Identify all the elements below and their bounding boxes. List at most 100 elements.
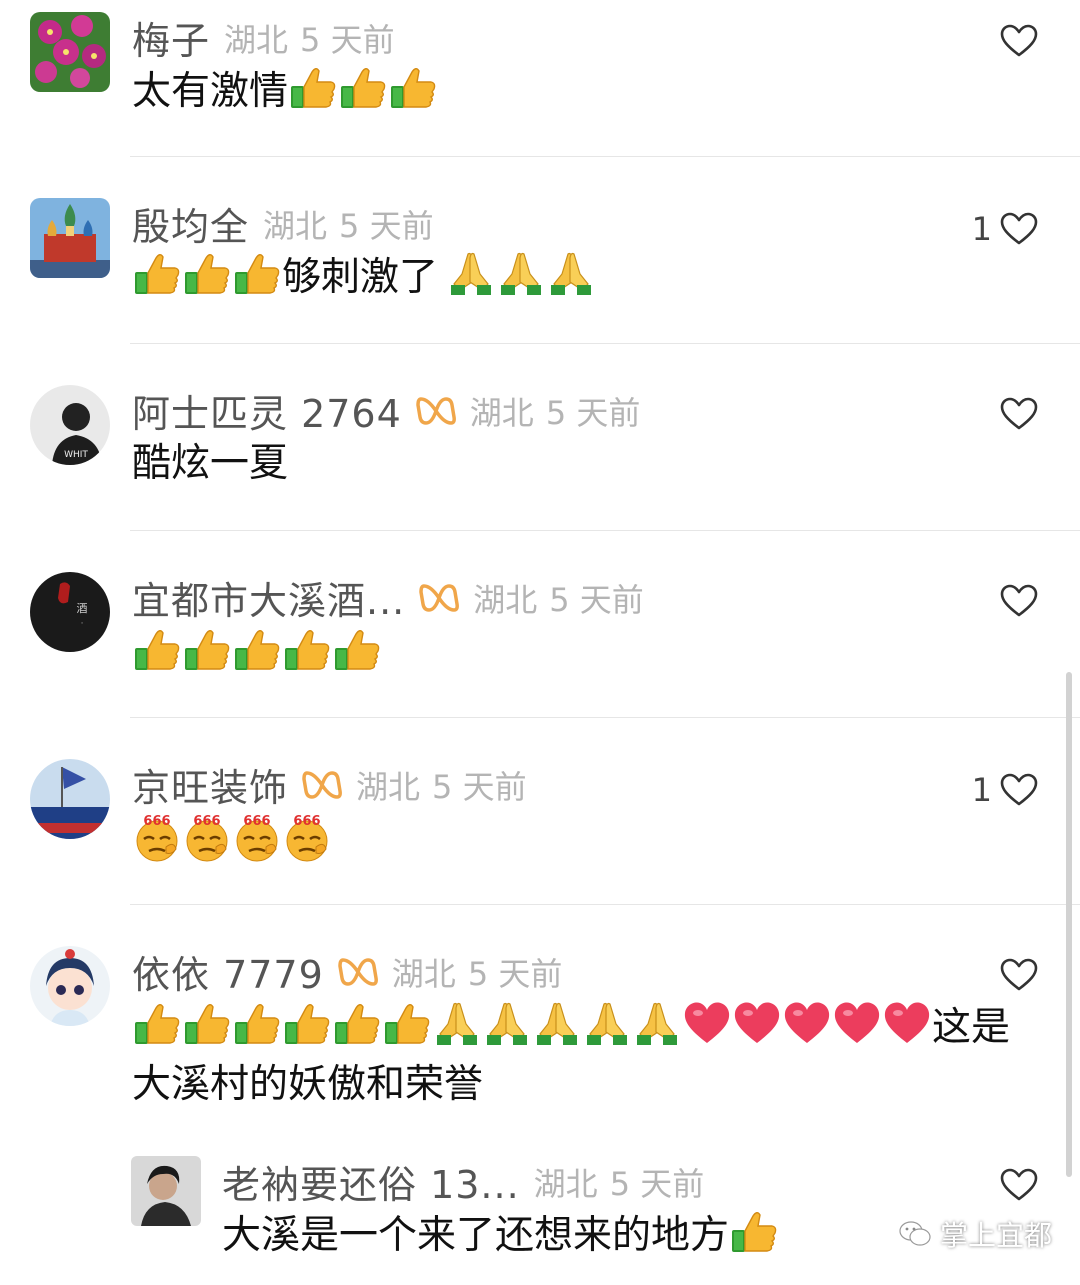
heart-icon	[732, 998, 782, 1048]
heart-icon	[882, 998, 932, 1048]
timestamp: 5 天前	[609, 1164, 705, 1203]
folded-hands-icon	[446, 248, 496, 298]
666-face-icon	[182, 813, 232, 863]
like-button[interactable]	[992, 397, 1038, 431]
username[interactable]: 殷均全	[132, 196, 249, 251]
location: 湖北	[263, 206, 328, 245]
like-button[interactable]	[992, 584, 1038, 618]
svg-text:·: ·	[81, 619, 84, 629]
comment-text: 够刺激了	[132, 248, 1032, 306]
username[interactable]: 依依 7779	[132, 944, 324, 999]
divider	[130, 343, 1080, 344]
thumbs-up-icon	[132, 624, 182, 674]
comment-text-content: 大溪是一个来了还想来的地方	[222, 1213, 730, 1258]
comment-meta: 老衲要还俗 13... 湖北 5 天前	[222, 1154, 704, 1209]
infinity-badge-icon	[302, 765, 342, 805]
avatar[interactable]	[30, 759, 110, 839]
heart-icon	[832, 998, 882, 1048]
heart-outline-icon	[1000, 212, 1038, 246]
location: 湖北	[224, 20, 289, 59]
thumbs-up-icon	[232, 998, 282, 1048]
thumbs-up-icon	[282, 998, 332, 1048]
avatar[interactable]	[30, 946, 110, 1026]
comment-meta: 殷均全 湖北 5 天前	[132, 196, 434, 251]
thumbs-up-icon	[729, 1206, 779, 1256]
timestamp: 5 天前	[300, 20, 395, 59]
folded-hands-icon	[632, 998, 682, 1048]
location: 湖北	[356, 767, 421, 806]
thumbs-up-icon	[132, 248, 182, 298]
folded-hands-icon	[432, 998, 482, 1048]
avatar[interactable]	[30, 12, 110, 92]
heart-icon	[782, 998, 832, 1048]
comment-meta: 阿士匹灵 2764 湖北 5 天前	[132, 383, 640, 438]
thumbs-up-icon	[382, 998, 432, 1048]
avatar[interactable]	[30, 198, 110, 278]
like-button[interactable]: 1	[972, 210, 1038, 248]
heart-outline-icon	[1000, 397, 1038, 431]
watermark-text: 掌上宜都	[940, 1219, 1053, 1252]
watermark: 掌上宜都	[898, 1214, 1052, 1254]
avatar[interactable]: WHIT	[30, 385, 110, 465]
comment-meta: 宜都市大溪酒... 湖北 5 天前	[132, 570, 644, 625]
thumbs-up-icon	[182, 624, 232, 674]
timestamp: 5 天前	[467, 954, 563, 993]
comment-meta: 梅子 湖北 5 天前	[132, 10, 395, 65]
thumbs-up-icon	[388, 62, 438, 112]
username[interactable]: 京旺装饰	[132, 757, 288, 812]
comment-text-content: 酷炫一夏	[132, 441, 289, 486]
666-face-icon	[132, 813, 182, 863]
location: 湖北	[469, 393, 534, 432]
comment-meta: 京旺装饰 湖北 5 天前	[132, 757, 527, 812]
scrollbar[interactable]	[1066, 672, 1072, 1177]
heart-outline-icon	[1000, 958, 1038, 992]
username[interactable]: 老衲要还俗 13...	[222, 1154, 520, 1209]
thumbs-up-icon	[132, 998, 182, 1048]
svg-text:酒: 酒	[77, 602, 88, 615]
folded-hands-icon	[496, 248, 546, 298]
comment-text: 这是大溪村的妖傲和荣誉	[132, 998, 1032, 1113]
folded-hands-icon	[546, 248, 596, 298]
like-count: 1	[971, 210, 992, 248]
avatar[interactable]	[131, 1156, 201, 1226]
thumbs-up-icon	[232, 624, 282, 674]
infinity-badge-icon	[419, 578, 459, 618]
wechat-icon	[899, 1221, 931, 1246]
heart-icon	[682, 998, 732, 1048]
heart-outline-icon	[1000, 773, 1038, 807]
thumbs-up-icon	[338, 62, 388, 112]
location: 湖北	[533, 1164, 598, 1203]
timestamp: 5 天前	[432, 767, 527, 806]
comment-text-content: 够刺激了	[282, 255, 439, 300]
comment-text	[132, 813, 1032, 871]
timestamp: 5 天前	[339, 206, 434, 245]
username[interactable]: 阿士匹灵 2764	[132, 383, 402, 438]
like-button[interactable]: 1	[972, 771, 1038, 809]
avatar[interactable]: 酒 ·	[30, 572, 110, 652]
heart-outline-icon	[1000, 584, 1038, 618]
folded-hands-icon	[532, 998, 582, 1048]
comment-text: 酷炫一夏	[132, 435, 1032, 492]
like-count: 1	[971, 771, 992, 809]
heart-outline-icon	[1000, 24, 1038, 58]
like-button[interactable]	[992, 1168, 1038, 1202]
666-face-icon	[232, 813, 282, 863]
thumbs-up-icon	[332, 624, 382, 674]
comment-text	[132, 624, 1032, 682]
username[interactable]: 宜都市大溪酒...	[132, 570, 405, 625]
divider	[130, 717, 1080, 718]
like-button[interactable]	[992, 958, 1038, 992]
666-face-icon	[282, 813, 332, 863]
thumbs-up-icon	[288, 62, 338, 112]
comment-meta: 依依 7779 湖北 5 天前	[132, 944, 562, 999]
timestamp: 5 天前	[545, 393, 641, 432]
comment-text: 太有激情	[132, 62, 1032, 120]
location: 湖北	[391, 954, 456, 993]
folded-hands-icon	[482, 998, 532, 1048]
divider	[130, 904, 1080, 905]
infinity-badge-icon	[338, 952, 378, 992]
like-button[interactable]	[992, 24, 1038, 58]
folded-hands-icon	[582, 998, 632, 1048]
infinity-badge-icon	[416, 391, 456, 431]
username[interactable]: 梅子	[132, 10, 210, 65]
